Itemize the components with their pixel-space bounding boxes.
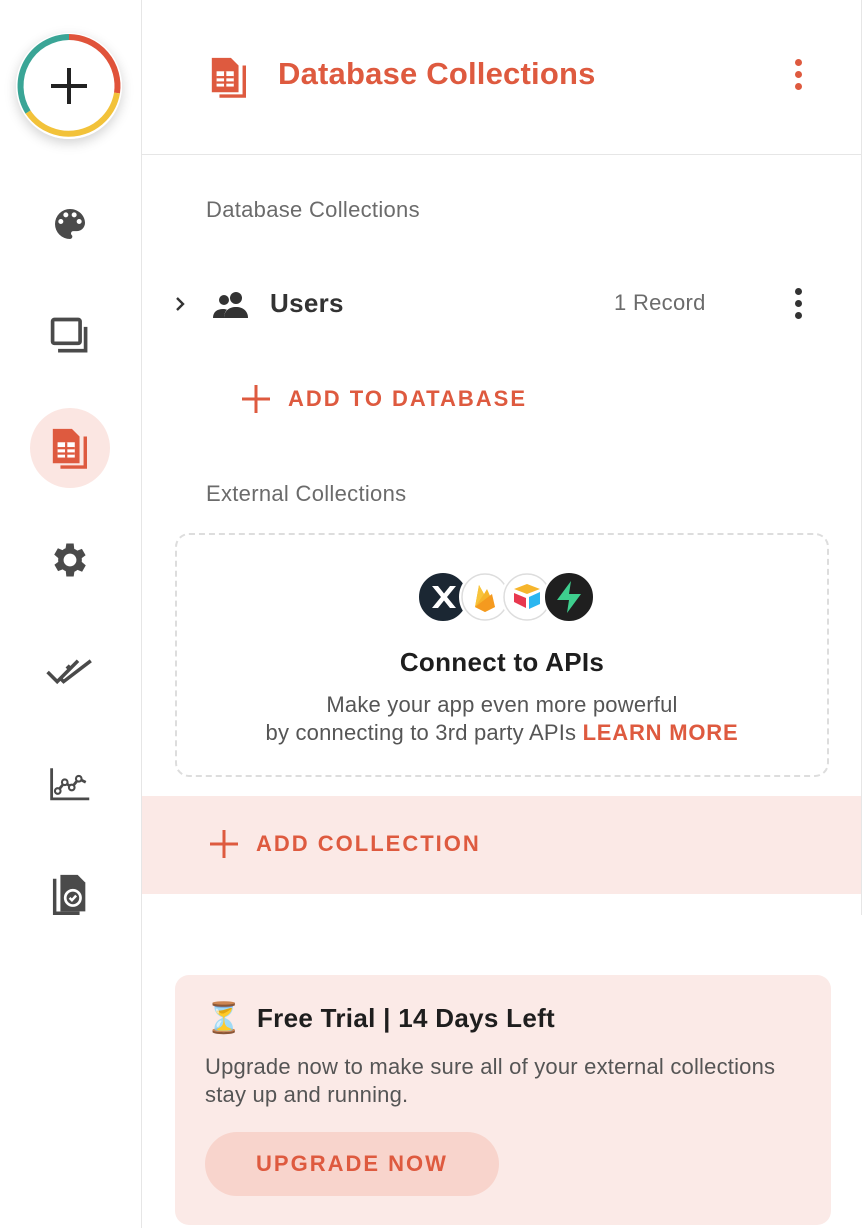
add-to-database-label: ADD TO DATABASE [288,386,527,411]
left-rail [0,0,142,1228]
add-collection-label: ADD COLLECTION [256,831,481,856]
panel-header: Database Collections [142,0,861,155]
rail-publish[interactable] [30,856,110,936]
plus-icon [210,830,238,858]
header-more-button[interactable] [793,59,803,95]
supabase-logo [543,571,595,623]
add-ring-icon [16,33,122,139]
rail-settings[interactable] [30,520,110,600]
collection-row-users[interactable]: Users 1 Record [172,276,832,334]
dot [794,71,802,78]
connect-apis-description: Make your app even more powerful by conn… [177,691,827,747]
chevron-right-icon[interactable] [172,292,188,316]
free-trial-card: ⏳ Free Trial | 14 Days Left Upgrade now … [175,975,831,1225]
section-label-database: Database Collections [206,197,420,222]
database-icon [52,428,87,469]
screens-icon [50,317,88,353]
page-title: Database Collections [278,56,596,91]
connect-desc-line2-text: by connecting to 3rd party APIs [265,720,577,745]
dot [794,83,802,90]
checks-icon [46,659,92,685]
settings-icon [54,543,86,577]
collections-panel: Database Collections Database Collection… [142,0,862,1228]
collection-name: Users [270,288,344,318]
database-icon [208,54,250,105]
more-vertical-icon [794,288,802,295]
users-icon [213,292,248,318]
integration-logos [417,571,597,623]
section-label-external: External Collections [206,481,407,506]
rail-palette[interactable] [30,184,110,264]
upgrade-now-button[interactable]: UPGRADE NOW [205,1132,499,1196]
plus-icon [242,385,270,413]
rail-analytics[interactable] [30,744,110,824]
add-collection-bar[interactable]: ADD COLLECTION [142,796,862,894]
connect-apis-title: Connect to APIs [399,647,605,677]
analytics-icon [50,768,90,801]
rail-database[interactable] [30,408,110,488]
panel-divider [861,0,862,915]
dot [794,300,802,307]
publish-icon [52,874,86,915]
dot [794,312,802,319]
connect-desc-line2: by connecting to 3rd party APIs LEARN MO… [177,719,827,747]
connect-desc-line1: Make your app even more powerful [326,692,678,717]
rail-checks[interactable] [30,632,110,712]
add-to-database-button[interactable]: ADD TO DATABASE [242,385,527,413]
record-count: 1 Record [614,290,706,315]
trial-title: Free Trial | 14 Days Left [257,1003,556,1033]
trial-description: Upgrade now to make sure all of your ext… [205,1054,776,1107]
add-collection-button[interactable]: ADD COLLECTION [210,830,481,858]
connect-apis-card: Connect to APIs Make your app even more … [175,533,829,777]
collection-more-button[interactable] [793,288,803,324]
learn-more-link[interactable]: LEARN MORE [583,720,739,745]
more-vertical-icon [794,59,802,66]
rail-screens[interactable] [30,296,110,376]
palette-icon [55,209,85,239]
add-button[interactable] [16,33,122,139]
hourglass-icon: ⏳ [205,1002,243,1035]
